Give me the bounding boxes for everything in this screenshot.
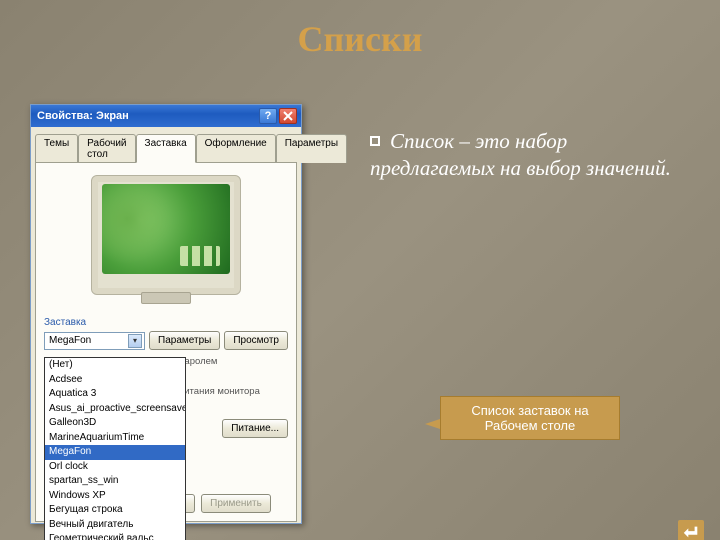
screensaver-preview xyxy=(102,184,230,274)
tab-desktop[interactable]: Рабочий стол xyxy=(78,134,135,163)
dropdown-option[interactable]: Вечный двигатель xyxy=(45,518,185,533)
screensaver-dropdown-list[interactable]: (Нет)AcdseeAquatica 3Asus_ai_proactive_s… xyxy=(44,357,186,540)
bullet-marker xyxy=(370,136,380,146)
dropdown-option[interactable]: Windows XP xyxy=(45,489,185,504)
monitor-preview xyxy=(91,175,241,295)
slide-title: Списки xyxy=(0,18,720,60)
dropdown-option[interactable]: Galleon3D xyxy=(45,416,185,431)
tab-strip: Темы Рабочий стол Заставка Оформление Па… xyxy=(31,127,301,162)
close-button[interactable] xyxy=(279,108,297,124)
dropdown-option[interactable]: MarineAquariumTime xyxy=(45,431,185,446)
dropdown-option[interactable]: Бегущая строка xyxy=(45,503,185,518)
return-arrow-icon xyxy=(682,524,700,540)
dropdown-option[interactable]: MegaFon xyxy=(45,445,185,460)
power-button[interactable]: Питание... xyxy=(222,419,288,438)
screensaver-combo[interactable]: MegaFon ▾ xyxy=(44,332,145,350)
dropdown-option[interactable]: Orl clock xyxy=(45,460,185,475)
chevron-down-icon: ▾ xyxy=(128,334,142,348)
dropdown-option[interactable]: Геометрический вальс xyxy=(45,532,185,540)
screensaver-params-button[interactable]: Параметры xyxy=(149,331,220,350)
help-button[interactable]: ? xyxy=(259,108,277,124)
tab-screensaver[interactable]: Заставка xyxy=(136,134,196,163)
apply-button[interactable]: Применить xyxy=(201,494,271,513)
screensaver-section-label: Заставка xyxy=(44,317,288,328)
display-properties-dialog: Свойства: Экран ? Темы Рабочий стол Заст… xyxy=(30,104,302,524)
dropdown-option[interactable]: spartan_ss_win xyxy=(45,474,185,489)
tab-settings[interactable]: Параметры xyxy=(276,134,347,163)
monitor-stand xyxy=(141,292,191,304)
combo-value: MegaFon xyxy=(49,335,128,346)
body-text-span: Список – это набор предлагаемых на выбор… xyxy=(370,129,671,180)
tab-appearance[interactable]: Оформление xyxy=(196,134,276,163)
titlebar[interactable]: Свойства: Экран ? xyxy=(31,105,301,127)
screensaver-preview-button[interactable]: Просмотр xyxy=(224,331,288,350)
return-button[interactable] xyxy=(678,520,704,540)
titlebar-text: Свойства: Экран xyxy=(37,110,129,122)
dropdown-option[interactable]: Aquatica 3 xyxy=(45,387,185,402)
slide-body: Список – это набор предлагаемых на выбор… xyxy=(370,128,680,183)
close-icon xyxy=(283,111,293,121)
dropdown-option[interactable]: (Нет) xyxy=(45,358,185,373)
dropdown-option[interactable]: Asus_ai_proactive_screensaver (e) xyxy=(45,402,185,417)
callout-box: Список заставок на Рабочем столе xyxy=(440,396,620,440)
dropdown-option[interactable]: Acdsee xyxy=(45,373,185,388)
tab-body: Заставка MegaFon ▾ Параметры Просмотр щи… xyxy=(35,162,297,522)
tab-themes[interactable]: Темы xyxy=(35,134,78,163)
